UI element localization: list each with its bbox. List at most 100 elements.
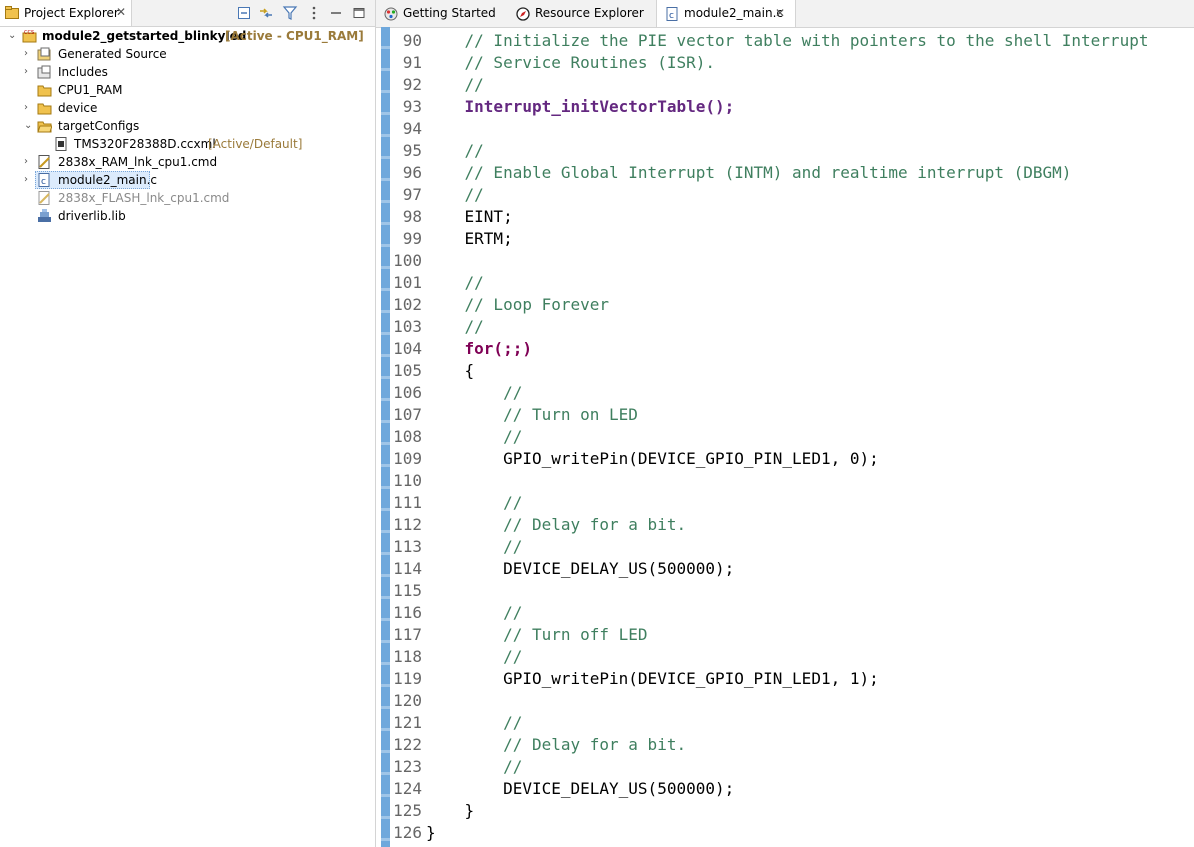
line-number: 124	[393, 779, 422, 798]
tree-item-device[interactable]: › device	[0, 99, 375, 117]
code-text: EINT;	[426, 207, 513, 226]
maximize-icon[interactable]	[351, 5, 367, 21]
line-number: 98	[402, 207, 422, 226]
line-number: 95	[402, 141, 422, 160]
line-number: 118	[393, 647, 422, 666]
tree-item-project[interactable]: ⌄ CCS module2_getstarted_blinkyled [Acti…	[0, 27, 375, 45]
tree-item-ram-cmd[interactable]: › 2838x_RAM_lnk_cpu1.cmd	[0, 153, 375, 171]
tree-item-label: driverlib.lib	[58, 209, 126, 223]
tree-item-targetconfigs[interactable]: ⌄ targetConfigs	[0, 117, 375, 135]
tab-resource-explorer[interactable]: Resource Explorer	[508, 0, 656, 27]
link-with-editor-icon[interactable]	[258, 5, 274, 21]
folder-open-icon	[37, 121, 52, 133]
code-text: //	[426, 493, 523, 512]
editor-tabbar: Getting Started Resource Explorer c modu…	[376, 0, 1194, 28]
c-file-icon: c	[666, 7, 678, 21]
tree-item-ccxml[interactable]: TMS320F28388D.ccxml [Active/Default]	[0, 135, 375, 153]
chevron-right-icon[interactable]: ›	[24, 171, 34, 189]
tree-item-label: 2838x_FLASH_lnk_cpu1.cmd	[58, 191, 230, 205]
chevron-right-icon[interactable]: ›	[24, 45, 34, 63]
tree-item-generated-source[interactable]: › Generated Source	[0, 45, 375, 63]
tab-getting-started[interactable]: Getting Started	[376, 0, 508, 27]
collapse-all-icon[interactable]	[236, 5, 252, 21]
editor-ruler	[381, 27, 390, 847]
line-number: 113	[393, 537, 422, 556]
line-number: 117	[393, 625, 422, 644]
tree-item-label: module2_getstarted_blinkyled	[42, 29, 247, 43]
tab-label: Resource Explorer	[535, 6, 644, 20]
line-number: 101	[393, 273, 422, 292]
chevron-right-icon[interactable]: ›	[24, 63, 34, 81]
tree-item-label: 2838x_RAM_lnk_cpu1.cmd	[58, 155, 218, 169]
line-number: 114	[393, 559, 422, 578]
code-text: //	[426, 713, 523, 732]
line-number: 100	[393, 251, 422, 270]
code-text: // Service Routines (ISR).	[426, 53, 715, 72]
line-number: 120	[393, 691, 422, 710]
chevron-right-icon[interactable]: ›	[24, 153, 34, 171]
line-number: 94	[402, 119, 422, 138]
chevron-down-icon[interactable]: ⌄	[8, 27, 18, 45]
line-number: 110	[393, 471, 422, 490]
tree-item-flash-cmd[interactable]: 2838x_FLASH_lnk_cpu1.cmd	[0, 189, 375, 207]
chevron-down-icon[interactable]: ⌄	[24, 117, 34, 135]
close-icon[interactable]: ✕	[775, 6, 785, 20]
line-number: 109	[393, 449, 422, 468]
line-number: 111	[393, 493, 422, 512]
code-text: // Delay for a bit.	[426, 515, 687, 534]
code-text: //	[426, 603, 523, 622]
folder-icon	[37, 103, 52, 115]
filter-icon[interactable]	[282, 5, 298, 21]
tab-label: Getting Started	[403, 6, 496, 20]
code-text: //	[426, 273, 484, 292]
tab-project-explorer[interactable]: Project Explorer ✕	[0, 0, 132, 26]
code-text: // Turn off LED	[426, 625, 648, 644]
code-text: // Enable Global Interrupt (INTM) and re…	[426, 163, 1072, 182]
line-number: 105	[393, 361, 422, 380]
tree-item-cpu1-ram[interactable]: CPU1_RAM	[0, 81, 375, 99]
code-text: {	[426, 361, 475, 380]
line-number: 122	[393, 735, 422, 754]
code-text: Interrupt_initVectorTable();	[426, 97, 735, 116]
tree-item-label: device	[58, 101, 98, 115]
chevron-right-icon[interactable]: ›	[24, 99, 34, 117]
line-number: 104	[393, 339, 422, 358]
project-icon: CCS	[22, 30, 37, 43]
line-number: 102	[393, 295, 422, 314]
svg-text:CCS: CCS	[24, 30, 34, 36]
code-text: //	[426, 317, 484, 336]
code-editor[interactable]: 90 // Initialize the PIE vector table wi…	[390, 27, 1194, 847]
tree-item-driverlib[interactable]: driverlib.lib	[0, 207, 375, 225]
cmd-file-icon	[38, 155, 50, 169]
editor-area: Getting Started Resource Explorer c modu…	[376, 0, 1194, 847]
line-number: 93	[402, 97, 422, 116]
minimize-icon[interactable]	[328, 5, 344, 21]
line-number: 108	[393, 427, 422, 446]
tab-module2-main[interactable]: c module2_main.c ✕	[656, 0, 796, 27]
close-icon[interactable]: ✕	[116, 5, 126, 19]
line-number: 125	[393, 801, 422, 820]
code-text: GPIO_writePin(DEVICE_GPIO_PIN_LED1, 1);	[426, 669, 879, 688]
line-number: 123	[393, 757, 422, 776]
cmd-file-excluded-icon	[38, 191, 50, 205]
tree-item-includes[interactable]: › Includes	[0, 63, 375, 81]
tab-label: module2_main.c	[684, 6, 783, 20]
code-text: for(;;)	[426, 339, 532, 358]
code-text: //	[426, 757, 523, 776]
active-default-decoration: [Active/Default]	[208, 137, 303, 151]
includes-icon	[37, 65, 51, 79]
project-explorer-icon	[5, 6, 19, 19]
folder-icon	[37, 85, 52, 97]
tree-item-label: CPU1_RAM	[58, 83, 123, 97]
code-text: // Loop Forever	[426, 295, 610, 314]
code-text: GPIO_writePin(DEVICE_GPIO_PIN_LED1, 0);	[426, 449, 879, 468]
tree-item-module2-main[interactable]: › c module2_main.c	[0, 171, 375, 189]
code-text: // Delay for a bit.	[426, 735, 687, 754]
code-text: //	[426, 383, 523, 402]
line-number: 121	[393, 713, 422, 732]
line-number: 96	[402, 163, 422, 182]
code-text: }	[426, 823, 436, 842]
project-explorer-tabbar: Project Explorer ✕	[0, 0, 375, 27]
source-folder-icon	[37, 47, 51, 61]
view-menu-icon[interactable]	[306, 5, 322, 21]
